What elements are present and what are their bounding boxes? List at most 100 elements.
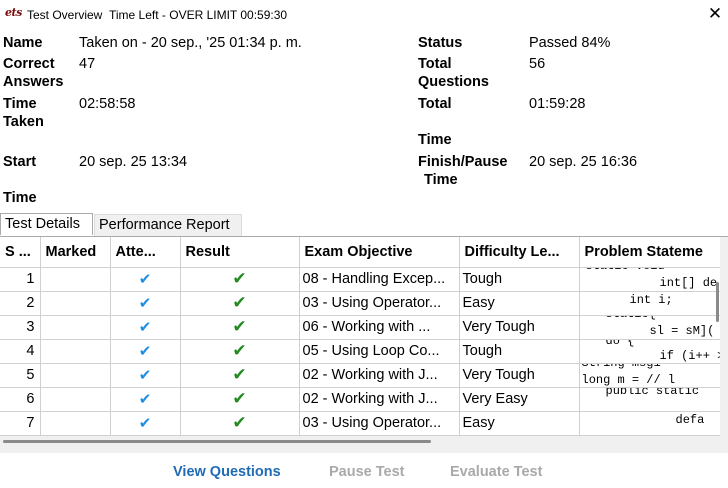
tab-performance-report[interactable]: Performance Report xyxy=(94,214,242,236)
table-row[interactable]: 6 ✔ ✔ 02 - Working with J... Very Easy public… xyxy=(0,387,720,412)
problem-code-snippet: do { xyxy=(605,339,635,348)
cell-problem-statement: static{ sl = sM]( xyxy=(579,315,720,340)
result-check-icon: ✔ xyxy=(180,315,300,340)
total-questions-label: Total xyxy=(418,56,452,72)
view-questions-button[interactable]: View Questions xyxy=(173,464,281,480)
result-check-icon: ✔ xyxy=(180,267,300,292)
cell-marked xyxy=(40,339,111,364)
total-time-value: 01:59:28 xyxy=(529,96,586,112)
vertical-scroll-thumb[interactable] xyxy=(716,282,719,322)
correct-answers-label: Correct xyxy=(3,56,55,72)
column-header-difficulty[interactable]: Difficulty Le... xyxy=(459,237,580,268)
result-check-icon: ✔ xyxy=(180,411,300,436)
cell-serial: 2 xyxy=(0,291,41,316)
cell-difficulty: Tough xyxy=(459,339,580,364)
cell-serial: 3 xyxy=(0,315,41,340)
time-taken-label-line2: Taken xyxy=(3,114,44,130)
cell-serial: 6 xyxy=(0,387,41,412)
start-time-value: 20 sep. 25 13:34 xyxy=(79,154,188,170)
test-details-table[interactable]: S ... Marked Atte... Result Exam Objecti… xyxy=(0,237,720,436)
app-logo-icon: ets xyxy=(5,6,22,19)
time-left-label: Time Left - OVER LIMIT 00:59:30 xyxy=(109,8,288,22)
status-label: Status xyxy=(418,35,463,51)
table-row[interactable]: 5✔✔02 - Working with J...Very ToughStrin… xyxy=(0,363,720,388)
correct-answers-label-line2: Answers xyxy=(3,74,64,90)
result-check-icon: ✔ xyxy=(180,363,300,388)
title-bar: ets Test Overview Time Left - OVER LIMIT… xyxy=(0,0,728,30)
problem-code-snippet: sl = sM]( xyxy=(649,323,715,338)
table-row[interactable]: 7 ✔ ✔ 03 - Using Operator... Easy defa xyxy=(0,411,720,436)
attempted-check-icon: ✔ xyxy=(110,363,181,388)
column-header-exam-objective[interactable]: Exam Objective xyxy=(299,237,460,268)
cell-problem-statement: static void int[] de xyxy=(579,267,720,292)
total-time-label: Total xyxy=(418,96,452,112)
table-row[interactable]: 3✔✔06 - Working with ...Very Toughstatic… xyxy=(0,315,720,340)
vertical-scrollbar[interactable] xyxy=(720,237,728,436)
problem-code-snippet: int i; xyxy=(629,292,673,307)
total-questions-value: 56 xyxy=(529,56,546,72)
column-header-result[interactable]: Result xyxy=(180,237,300,268)
cell-difficulty: Easy xyxy=(459,411,580,436)
cell-problem-statement: String msg1 = long m = // l xyxy=(579,363,720,388)
status-value: Passed 84% xyxy=(529,35,611,51)
total-time-label-line2: Time xyxy=(418,132,452,148)
result-check-icon: ✔ xyxy=(180,339,300,364)
cell-marked xyxy=(40,291,111,316)
name-label: Name xyxy=(3,35,43,51)
cell-serial: 5 xyxy=(0,363,41,388)
problem-code-snippet: int[] de xyxy=(659,275,718,290)
cell-exam-objective: 06 - Working with ... xyxy=(299,315,460,340)
problem-code-snippet: public static xyxy=(605,387,700,398)
cell-difficulty: Very Tough xyxy=(459,363,580,388)
finish-time-label-line2: Time xyxy=(424,172,458,188)
attempted-check-icon: ✔ xyxy=(110,387,181,412)
table-row[interactable]: 4 ✔ ✔ 05 - Using Loop Co... Tough do {if (i++… xyxy=(0,339,721,364)
cell-marked xyxy=(40,315,111,340)
window-title: Test Overview xyxy=(27,8,103,22)
table-header-row: S ... Marked Atte... Result Exam Objecti… xyxy=(0,237,720,268)
pause-test-button[interactable]: Pause Test xyxy=(329,464,405,480)
time-taken-label: Time xyxy=(3,96,37,112)
correct-answers-value: 47 xyxy=(79,56,96,72)
problem-code-snippet: defa xyxy=(675,412,705,427)
total-questions-label-line2: Questions xyxy=(418,74,489,90)
name-value: Taken on - 20 sep., '25 01:34 p. m. xyxy=(79,35,302,51)
cell-exam-objective: 03 - Using Operator... xyxy=(299,411,460,436)
tab-test-details[interactable]: Test Details xyxy=(0,213,93,235)
close-icon[interactable]: ✕ xyxy=(703,2,727,26)
cell-marked xyxy=(40,267,111,292)
cell-marked xyxy=(40,387,111,412)
horizontal-scroll-thumb[interactable] xyxy=(3,440,431,443)
column-header-problem-statement[interactable]: Problem Stateme xyxy=(579,237,720,268)
cell-exam-objective: 02 - Working with J... xyxy=(299,363,460,388)
start-time-label-line2: Time xyxy=(3,190,37,206)
cell-problem-statement: do { if (i++ > 1 xyxy=(579,339,721,364)
attempted-check-icon: ✔ xyxy=(110,267,181,292)
attempted-check-icon: ✔ xyxy=(110,339,181,364)
attempted-check-icon: ✔ xyxy=(110,411,181,436)
cell-marked xyxy=(40,411,111,436)
column-header-attempted[interactable]: Atte... xyxy=(110,237,181,268)
cell-problem-statement: int i; xyxy=(579,291,720,316)
start-time-label: Start xyxy=(3,154,37,170)
problem-code-snippet: static{ xyxy=(606,315,656,321)
attempted-check-icon: ✔ xyxy=(110,315,181,340)
cell-exam-objective: 05 - Using Loop Co... xyxy=(299,339,460,364)
table-row[interactable]: 1✔✔08 - Handling Excep...Toughstatic voi… xyxy=(0,267,720,292)
column-header-serial[interactable]: S ... xyxy=(0,237,41,268)
cell-exam-objective: 03 - Using Operator... xyxy=(299,291,460,316)
column-header-marked[interactable]: Marked xyxy=(40,237,111,268)
cell-serial: 4 xyxy=(0,339,41,364)
cell-exam-objective: 02 - Working with J... xyxy=(299,387,460,412)
cell-exam-objective: 08 - Handling Excep... xyxy=(299,267,460,292)
cell-marked xyxy=(40,363,111,388)
horizontal-scrollbar[interactable] xyxy=(0,436,728,453)
result-check-icon: ✔ xyxy=(180,387,300,412)
cell-difficulty: Very Tough xyxy=(459,315,580,340)
problem-code-snippet: String msg1 = xyxy=(582,363,676,370)
table-row[interactable]: 2 ✔ ✔ 03 - Using Operator... Easy int i; xyxy=(0,291,720,316)
cell-problem-statement: defa xyxy=(579,411,720,436)
evaluate-test-button[interactable]: Evaluate Test xyxy=(450,464,542,480)
problem-code-snippet: if (i++ > 1 xyxy=(659,348,721,363)
cell-difficulty: Very Easy xyxy=(459,387,580,412)
